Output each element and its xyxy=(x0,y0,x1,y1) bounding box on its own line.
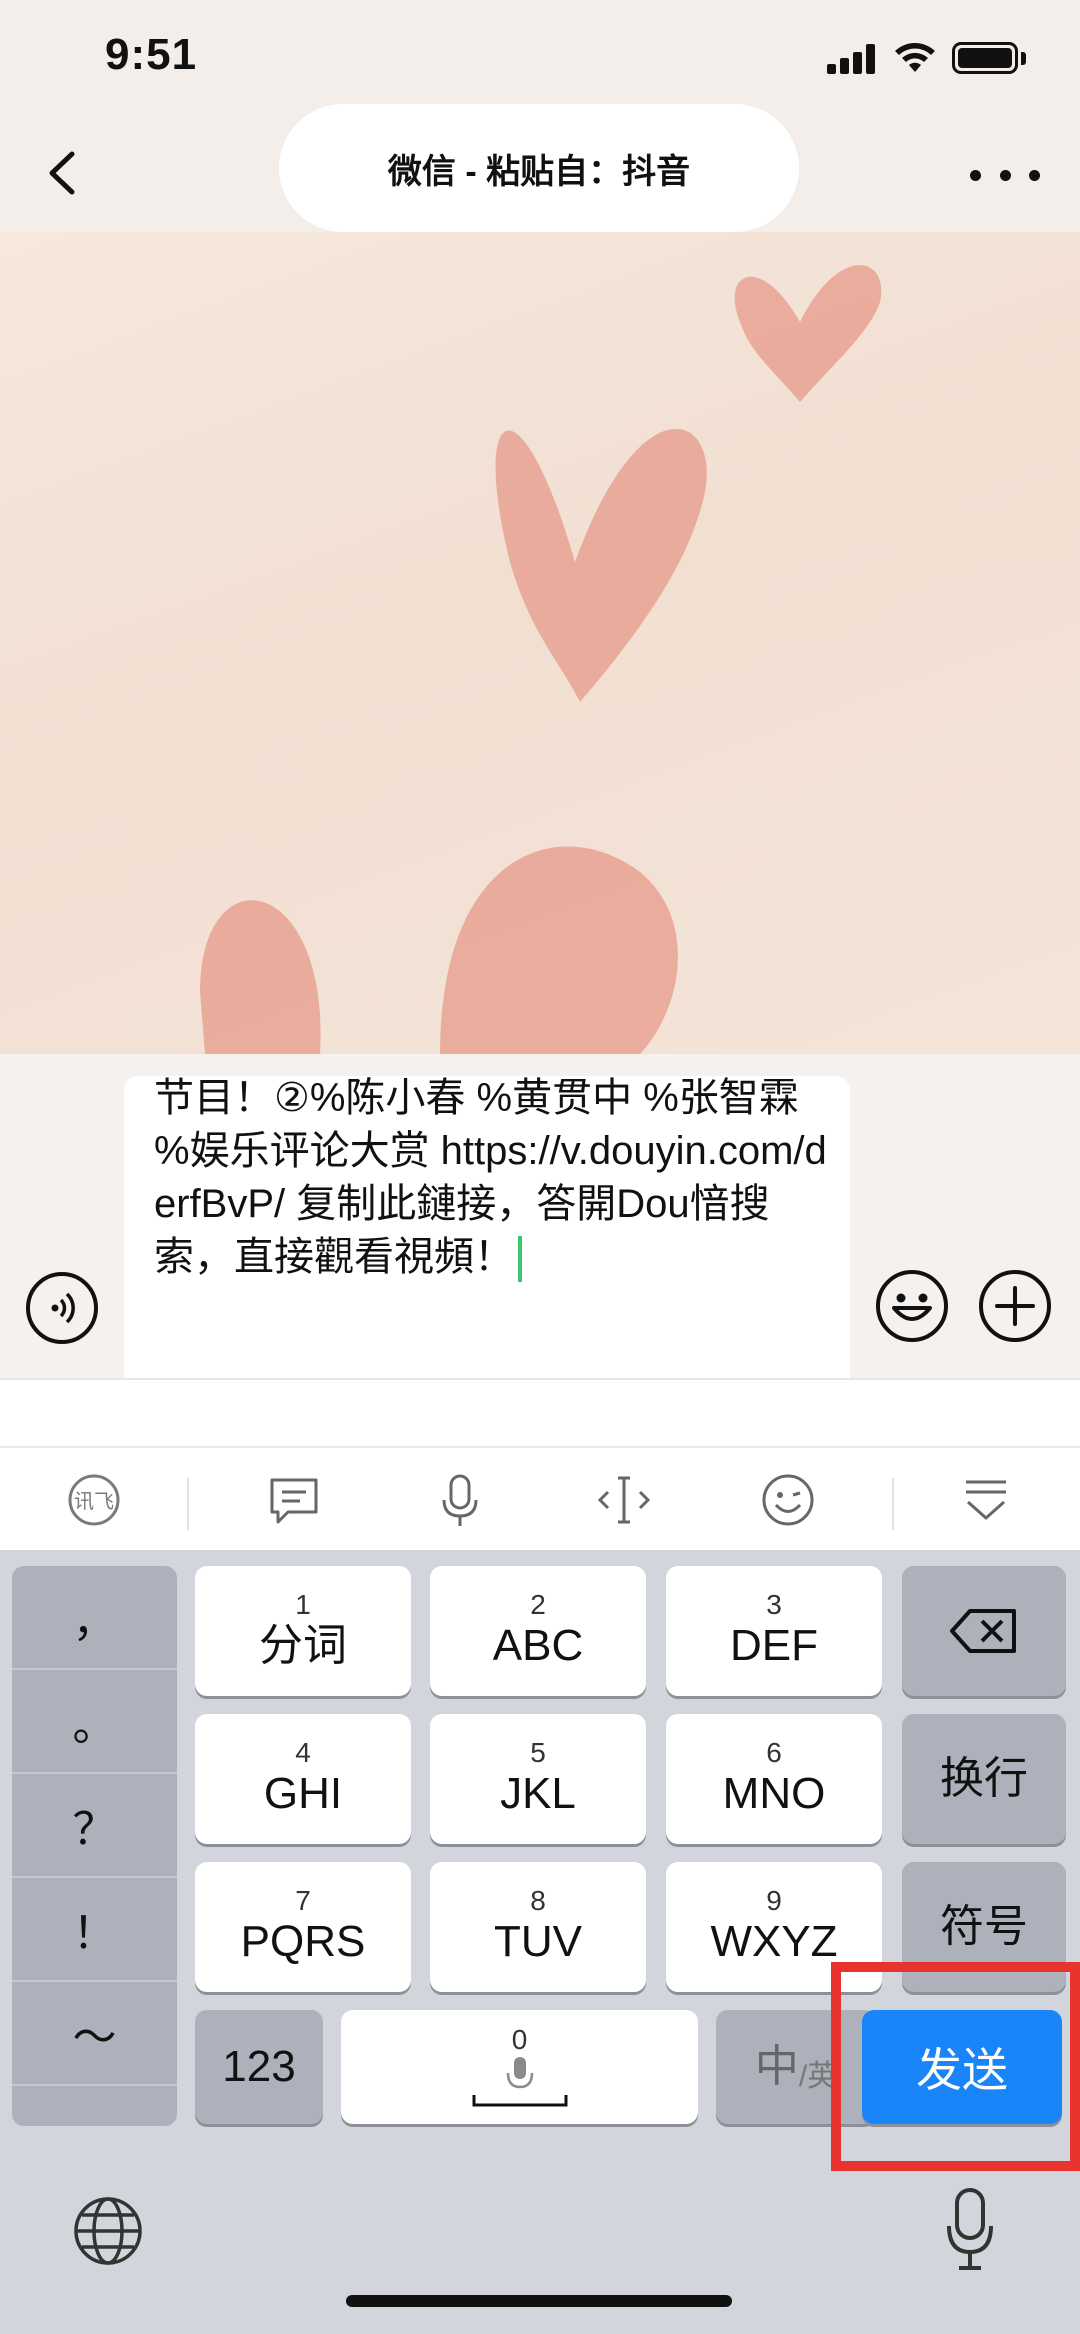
key-7[interactable]: 7 PQRS xyxy=(195,1862,411,1992)
microphone-icon[interactable] xyxy=(430,1470,490,1530)
svg-text:讯飞: 讯飞 xyxy=(74,1489,114,1513)
space-key[interactable]: 0 xyxy=(341,2010,698,2124)
message-input[interactable]: 节目！②%陈小春 %黄贯中 %张智霖 %娱乐评论大赏 https://v.dou… xyxy=(124,1076,850,1410)
punct-key[interactable]: ？ xyxy=(12,1774,177,1878)
clipboard-icon[interactable] xyxy=(264,1470,324,1530)
key-6[interactable]: 6 MNO xyxy=(666,1714,882,1844)
candidate-bar xyxy=(0,1378,1080,1446)
numeric-switch-key[interactable]: 123 xyxy=(195,2010,323,2124)
punctuation-column: ， 。 ？ ！ ～ xyxy=(12,1566,177,2126)
message-text: 节目！②%陈小春 %黄贯中 %张智霖 %娱乐评论大赏 https://v.dou… xyxy=(154,1076,827,1279)
key-5[interactable]: 5 JKL xyxy=(430,1714,646,1844)
smiley-icon xyxy=(892,1293,932,1321)
key-4[interactable]: 4 GHI xyxy=(195,1714,411,1844)
keyboard: ， 。 ？ ！ ～ 1 分词 2 ABC 3 DEF 4 GHI 5 JKL 6 MNO 换… xyxy=(0,1550,1080,2334)
chat-background xyxy=(0,232,1080,1054)
globe-icon[interactable] xyxy=(72,2195,144,2267)
key-8[interactable]: 8 TUV xyxy=(430,1862,646,1992)
punct-key[interactable]: ， xyxy=(12,1566,177,1670)
voice-input-button[interactable] xyxy=(26,1272,98,1344)
backspace-key[interactable] xyxy=(902,1566,1066,1696)
ime-logo-icon[interactable]: 讯飞 xyxy=(64,1470,124,1530)
more-options-button[interactable] xyxy=(970,150,1040,200)
voice-icon xyxy=(51,1292,75,1324)
text-caret xyxy=(518,1236,522,1283)
key-1[interactable]: 1 分词 xyxy=(195,1566,411,1696)
back-button[interactable] xyxy=(30,138,100,208)
collapse-keyboard-icon[interactable] xyxy=(956,1470,1016,1530)
nav-bar: 微信 - 粘贴自：抖音 xyxy=(0,104,1080,232)
newline-key[interactable]: 换行 xyxy=(902,1714,1066,1844)
emoji-button[interactable] xyxy=(876,1270,948,1342)
punct-key[interactable]: 。 xyxy=(12,1670,177,1774)
ime-toolbar: 讯飞 xyxy=(0,1446,1080,1550)
backspace-icon xyxy=(950,1609,1016,1653)
send-highlight-box xyxy=(831,1962,1080,2171)
hearts-wallpaper xyxy=(200,265,882,1054)
status-time: 9:51 xyxy=(105,30,198,79)
wifi-icon xyxy=(895,43,935,72)
battery-tip xyxy=(1021,52,1026,65)
home-indicator[interactable] xyxy=(346,2295,732,2307)
key-3[interactable]: 3 DEF xyxy=(666,1566,882,1696)
status-bar: 9:51 xyxy=(0,0,1080,120)
emoji-icon[interactable] xyxy=(758,1470,818,1530)
battery-icon xyxy=(952,42,1018,74)
cursor-icon[interactable] xyxy=(594,1470,654,1530)
cellular-signal-icon xyxy=(827,44,875,74)
page-title: 微信 - 粘贴自：抖音 xyxy=(279,104,799,232)
punct-key[interactable]: ！ xyxy=(12,1878,177,1982)
dictation-microphone-icon[interactable] xyxy=(945,2188,995,2272)
more-functions-button[interactable] xyxy=(979,1270,1051,1342)
space-mic-icon xyxy=(472,2057,567,2107)
plus-icon xyxy=(995,1286,1035,1326)
punct-key[interactable]: ～ xyxy=(12,1982,177,2086)
key-2[interactable]: 2 ABC xyxy=(430,1566,646,1696)
input-area: 节目！②%陈小春 %黄贯中 %张智霖 %娱乐评论大赏 https://v.dou… xyxy=(0,1054,1080,1410)
chevron-left-icon xyxy=(49,151,75,195)
